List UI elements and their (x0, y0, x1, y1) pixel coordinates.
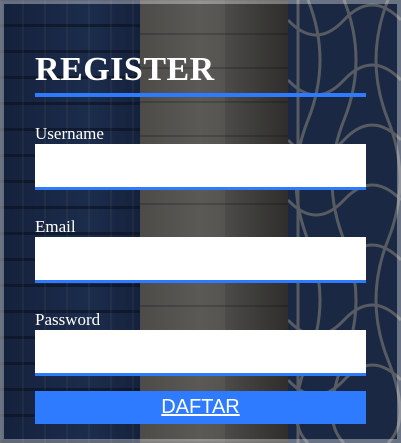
password-field-group: Password (35, 311, 366, 376)
email-field-group: Email (35, 218, 366, 283)
email-label: Email (35, 217, 76, 236)
register-submit-button[interactable]: DAFTAR (35, 391, 366, 424)
username-label: Username (35, 124, 104, 143)
password-input[interactable] (35, 330, 366, 376)
form-title: REGISTER (35, 51, 215, 88)
username-field-group: Username (35, 125, 366, 190)
register-form: REGISTER Username Email Password DAFTAR (35, 50, 366, 424)
password-label: Password (35, 310, 101, 329)
title-underline (35, 93, 366, 97)
username-input[interactable] (35, 144, 366, 190)
email-input[interactable] (35, 237, 366, 283)
